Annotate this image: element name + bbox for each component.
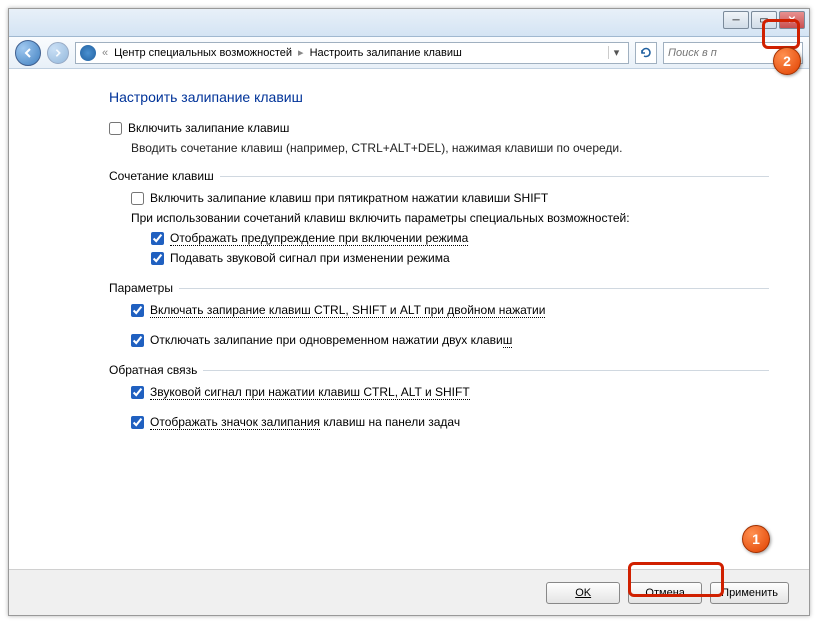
enable-sticky-keys-checkbox[interactable] <box>109 122 122 135</box>
group-feedback-label: Обратная связь <box>109 363 197 377</box>
shift-5times-checkbox[interactable] <box>131 192 144 205</box>
play-sound-label: Подавать звуковой сигнал при изменении р… <box>170 251 450 265</box>
divider <box>179 288 769 289</box>
breadcrumb-item-1[interactable]: Центр специальных возможностей <box>114 47 292 59</box>
play-sound-checkbox[interactable] <box>151 252 164 265</box>
minimize-button[interactable]: ─ <box>723 11 749 29</box>
dialog-footer: OK Отмена Применить <box>9 569 809 615</box>
refresh-button[interactable] <box>635 42 657 64</box>
callout-1: 1 <box>742 525 770 553</box>
breadcrumb-prev-sep: « <box>102 47 108 59</box>
sound-on-press-label: Звуковой сигнал при нажатии клавиш CTRL,… <box>150 385 470 399</box>
nav-back-button[interactable] <box>15 40 41 66</box>
lock-modifier-checkbox[interactable] <box>131 304 144 317</box>
breadcrumb-separator: ▸ <box>298 46 304 59</box>
sound-on-press-checkbox[interactable] <box>131 386 144 399</box>
address-dropdown-icon[interactable]: ▾ <box>608 46 624 59</box>
navigation-bar: « Центр специальных возможностей ▸ Настр… <box>9 37 809 69</box>
apply-button[interactable]: Применить <box>710 582 789 604</box>
turn-off-two-keys-label: Отключать залипание при одновременном на… <box>150 333 512 347</box>
divider <box>220 176 769 177</box>
show-warning-checkbox[interactable] <box>151 232 164 245</box>
maximize-button[interactable]: ▭ <box>751 11 777 29</box>
content-area: Настроить залипание клавиш Включить зали… <box>9 69 809 567</box>
breadcrumb-item-2[interactable]: Настроить залипание клавиш <box>310 47 462 59</box>
window-frame: ─ ▭ ✕ « Центр специальных возможностей ▸… <box>8 8 810 616</box>
nav-forward-button[interactable] <box>47 42 69 64</box>
cancel-button[interactable]: Отмена <box>628 582 702 604</box>
ok-button[interactable]: OK <box>546 582 620 604</box>
arrow-right-icon <box>53 48 63 58</box>
refresh-icon <box>639 46 653 60</box>
main-description: Вводить сочетание клавиш (например, CTRL… <box>131 141 769 155</box>
enable-sticky-keys-label: Включить залипание клавиш <box>128 121 289 135</box>
show-taskbar-icon-checkbox[interactable] <box>131 416 144 429</box>
lock-modifier-label: Включать запирание клавиш CTRL, SHIFT и … <box>150 303 545 317</box>
show-taskbar-icon-label: Отображать значок залипания клавиш на па… <box>150 415 460 429</box>
arrow-left-icon <box>22 47 34 59</box>
group-shortcut-label: Сочетание клавиш <box>109 169 214 183</box>
titlebar: ─ ▭ ✕ <box>9 9 809 37</box>
callout-2: 2 <box>773 47 801 75</box>
ease-of-access-icon <box>80 45 96 61</box>
group-params-label: Параметры <box>109 281 173 295</box>
show-warning-label: Отображать предупреждение при включении … <box>170 231 468 245</box>
shift-5times-label: Включить залипание клавиш при пятикратно… <box>150 191 548 205</box>
divider <box>203 370 769 371</box>
page-title: Настроить залипание клавиш <box>109 89 769 105</box>
close-button[interactable]: ✕ <box>779 11 805 29</box>
group1-desc: При использовании сочетаний клавиш включ… <box>131 211 769 225</box>
turn-off-two-keys-checkbox[interactable] <box>131 334 144 347</box>
address-bar[interactable]: « Центр специальных возможностей ▸ Настр… <box>75 42 629 64</box>
